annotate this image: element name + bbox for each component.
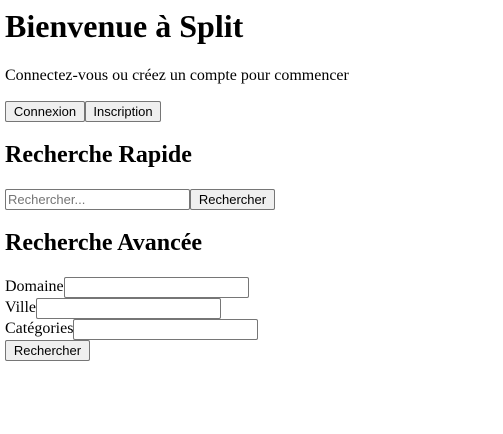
quick-search-input[interactable] <box>5 189 190 210</box>
page-subtitle: Connectez-vous ou créez un compte pour c… <box>5 67 349 84</box>
page-title: Bienvenue à Split <box>5 8 244 44</box>
domain-field[interactable] <box>64 277 249 298</box>
quick-search-heading: Recherche Rapide <box>5 142 192 168</box>
city-label: Ville <box>5 299 37 316</box>
login-button[interactable]: Connexion <box>5 101 85 122</box>
advanced-search-button[interactable]: Rechercher <box>5 340 90 361</box>
categories-label: Catégories <box>5 320 74 337</box>
city-field[interactable] <box>36 298 221 319</box>
signup-button[interactable]: Inscription <box>85 101 161 122</box>
categories-field[interactable] <box>73 319 258 340</box>
domain-label: Domaine <box>5 278 64 295</box>
advanced-search-heading: Recherche Avancée <box>5 230 203 256</box>
quick-search-button[interactable]: Rechercher <box>190 189 275 210</box>
